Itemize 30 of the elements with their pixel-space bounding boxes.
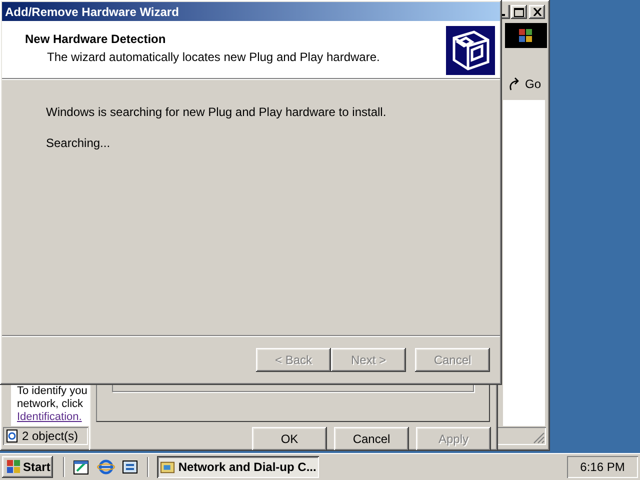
header-subtitle: The wizard automatically locates new Plug and Play hardware. xyxy=(46,49,380,66)
message-text: Windows is searching for new Plug and Play hardware to install. xyxy=(46,104,388,121)
start-button[interactable]: Start xyxy=(2,456,54,478)
maximize-icon xyxy=(514,8,524,16)
desktop-icon[interactable] xyxy=(73,458,92,476)
link-text[interactable]: Identification. xyxy=(17,411,82,424)
close-button[interactable] xyxy=(529,5,545,19)
hardware-box-icon xyxy=(446,26,495,75)
windows-logo-icon xyxy=(519,29,533,42)
status-bar-section xyxy=(497,427,546,445)
status-text: 2 object(s) xyxy=(22,428,78,445)
window-title: Add/Remove Hardware Wizard xyxy=(5,4,179,20)
windows-logo-icon xyxy=(5,460,21,474)
browser-icon[interactable] xyxy=(97,458,116,476)
info-text: network, click xyxy=(17,398,84,411)
channels-icon[interactable] xyxy=(121,458,140,476)
minimize-icon xyxy=(502,14,505,16)
dialog-button[interactable]: Cancel xyxy=(334,427,409,451)
go-button[interactable]: Go xyxy=(503,72,546,96)
task-button[interactable]: Network and Dial-up C... xyxy=(157,456,320,478)
header-title: New Hardware Detection xyxy=(25,31,167,48)
maximize-button[interactable] xyxy=(511,5,527,19)
close-icon xyxy=(532,8,542,16)
dialog-button[interactable]: OK xyxy=(252,427,327,451)
resize-grip-icon[interactable] xyxy=(533,432,545,444)
clock: 6:16 PM xyxy=(580,458,625,476)
minimize-button[interactable] xyxy=(502,5,510,19)
info-text: To identify you xyxy=(17,385,88,398)
status-text: Searching... xyxy=(46,135,112,152)
page-icon xyxy=(5,429,19,443)
